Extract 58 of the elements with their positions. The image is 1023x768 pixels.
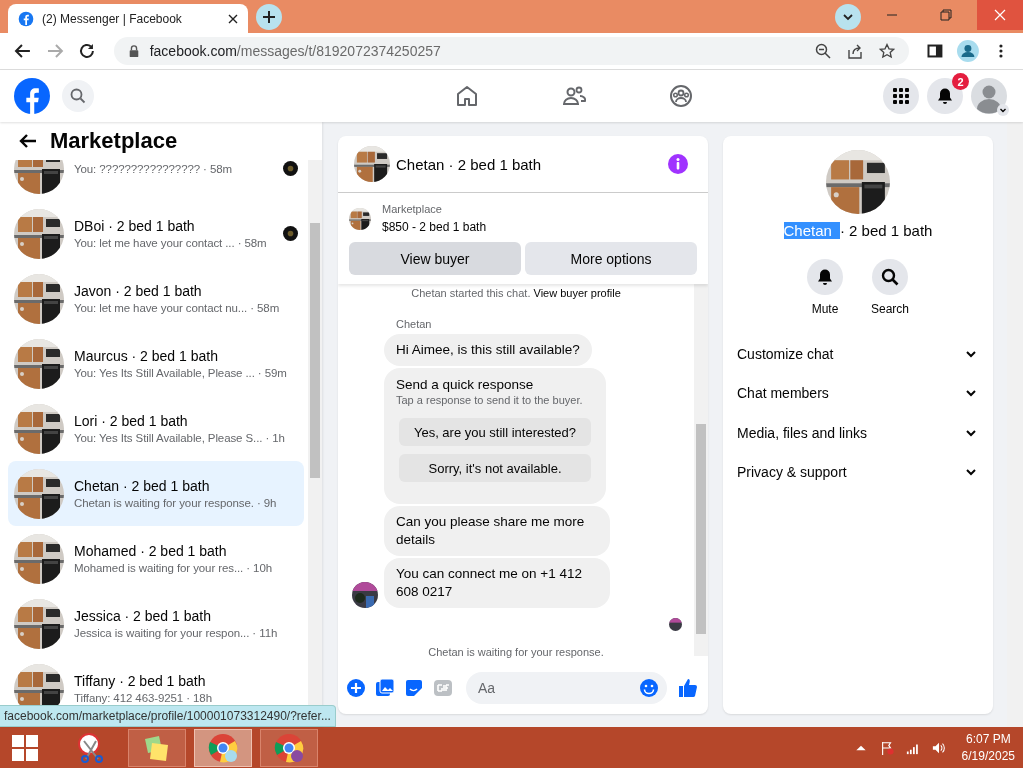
browser-tab[interactable]: (2) Messenger | Facebook: [8, 4, 248, 33]
profile-subtitle: · 2 bed 1 bath: [839, 222, 933, 239]
listing-title: $850 - 2 bed 1 bath: [382, 220, 487, 234]
conversation-title: Maurcus · 2 bed 1 bath: [74, 348, 219, 364]
conversation-title: Jessica · 2 bed 1 bath: [74, 608, 212, 624]
menu-item[interactable]: Privacy & support: [737, 452, 977, 492]
menu-item[interactable]: Media, files and links: [737, 413, 977, 453]
conversation-preview: Jessica is waiting for your respon... · 11h: [74, 627, 279, 639]
conversation-item[interactable]: Mohamed · 2 bed 1 bath Mohamed is waiting for your res... · 10h: [8, 526, 304, 591]
profile-name: Chetan: [783, 222, 840, 239]
sidebar-title: Marketplace: [50, 128, 178, 154]
conversation-item[interactable]: Javon · 2 bed 1 bath You: let me have your contact nu... · 58m: [8, 266, 304, 331]
conversation-title: DBoi · 2 bed 1 bath: [74, 218, 196, 234]
conversation-preview: You: let me have your contact ... · 58m: [74, 237, 268, 249]
listing-label: Marketplace: [382, 203, 443, 215]
action-label: Mute: [811, 302, 839, 316]
action-label: Search: [871, 302, 909, 316]
conversation-preview: You: Yes Its Still Available, Please S... · 1h: [74, 432, 286, 444]
conversation-item[interactable]: Jessica · 2 bed 1 bath Jessica is waiting for your respon... · 11h: [8, 591, 304, 656]
conversation-item[interactable]: Chetan · 2 bed 1 bath Chetan is waiting for your response. · 9h: [8, 461, 304, 526]
conversation-title: Javon · 2 bed 1 bath: [74, 283, 203, 299]
conversation-item[interactable]: Maurcus · 2 bed 1 bath You: Yes Its Still Available, Please ... · 59m: [8, 331, 304, 396]
system-message: Chetan started this chat. View buyer profile: [410, 287, 622, 299]
view-profile-link[interactable]: View buyer profile: [533, 287, 621, 299]
conversation-preview: You: ???????????????? · 58m: [74, 162, 234, 175]
link-status-tooltip: facebook.com/marketplace/profile/100001073312490/?refer...: [0, 705, 336, 727]
conversation-item[interactable]: Lori · 2 bed 1 bath You: Yes Its Still Available, Please S... · 1h: [8, 396, 304, 461]
tab-title: (2) Messenger | Facebook: [42, 11, 183, 26]
conversation-title: Chetan · 2 bed 1 bath: [74, 478, 211, 494]
conversation-preview: You: let me have your contact nu... · 58m: [74, 302, 281, 314]
menu-item[interactable]: Customize chat: [737, 334, 977, 374]
message-bubble: Can you please share me more details: [384, 506, 610, 556]
conversation-item[interactable]: You: ???????????????? · 58m: [8, 160, 304, 201]
quick-reply-button[interactable]: Sorry, it's not available.: [399, 454, 591, 482]
conversation-title: Tiffany · 2 bed 1 bath: [74, 673, 207, 689]
more-options-button[interactable]: More options: [525, 242, 697, 275]
waiting-notice: Chetan is waiting for your response.: [427, 646, 605, 658]
message-bubble: You can connect me on +1 412 608 0217: [384, 558, 610, 608]
clock[interactable]: 6:07 PM 6/19/2025: [955, 730, 1023, 765]
address-bar[interactable]: facebook.com/messages/t/8192072374250257: [113, 37, 910, 65]
quick-response-hint: Tap a response to send it to the buyer.: [396, 394, 584, 406]
conversation-preview: You: Yes Its Still Available, Please ... · 59m: [74, 367, 288, 379]
message-bubble: Hi Aimee, is this still available?: [384, 334, 592, 366]
conversation-title: Lori · 2 bed 1 bath: [74, 413, 189, 429]
quick-reply-button[interactable]: Yes, are you still interested?: [399, 418, 591, 446]
view-buyer-button[interactable]: View buyer: [349, 242, 521, 275]
conversation-preview: Tiffany: 412 463-9251 · 18h: [74, 692, 213, 704]
notification-badge: 2: [952, 73, 969, 90]
menu-item[interactable]: Chat members: [737, 373, 977, 413]
conversation-title: Mohamed · 2 bed 1 bath: [74, 543, 228, 559]
conversation-preview: Chetan is waiting for your response. · 9h: [74, 497, 278, 509]
sender-name: Chetan: [396, 318, 433, 330]
url-text: facebook.com/messages/t/8192072374250257: [149, 43, 441, 59]
quick-response-title: Send a quick response: [396, 377, 535, 392]
conversation-item[interactable]: DBoi · 2 bed 1 bath You: let me have your contact ... · 58m: [8, 201, 304, 266]
conversation-preview: Mohamed is waiting for your res... · 10h: [74, 562, 273, 574]
chat-title: Chetan · 2 bed 1 bath: [396, 155, 542, 173]
message-input[interactable]: Aa: [466, 672, 667, 704]
